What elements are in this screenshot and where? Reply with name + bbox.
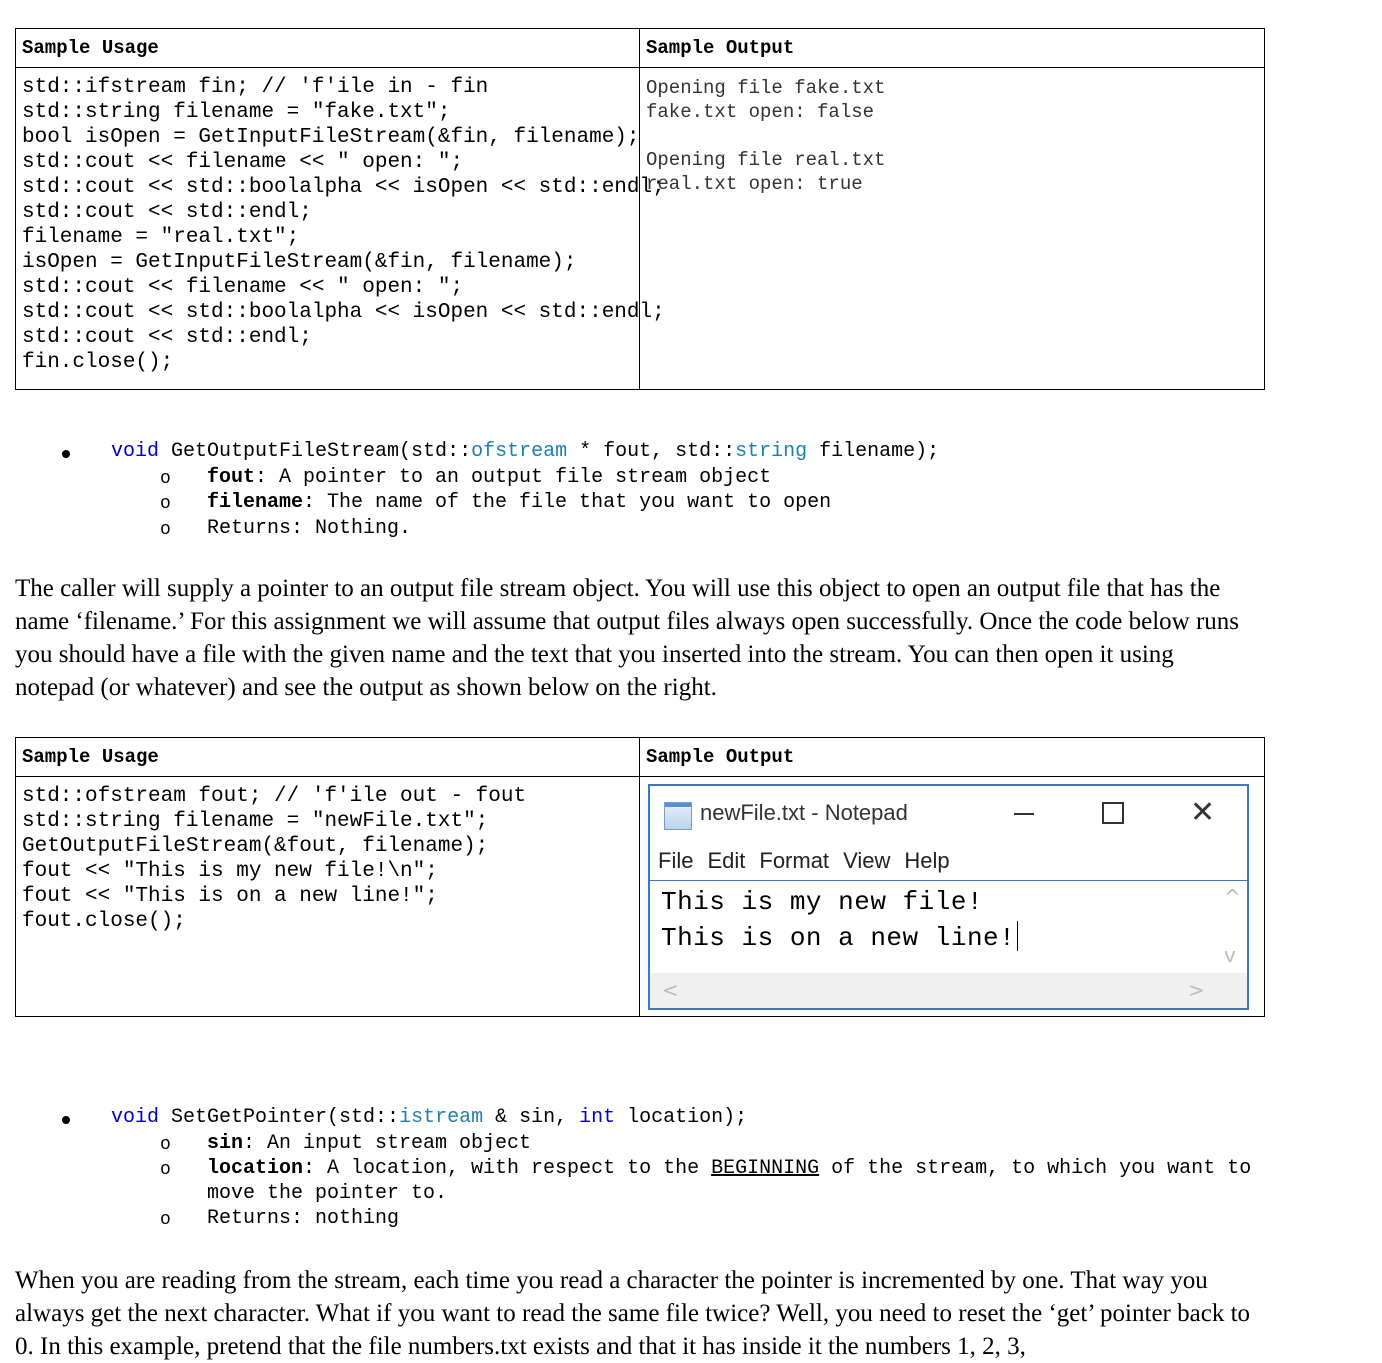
code-line: isOpen = GetInputFileStream(&fin, filena… [22,251,577,274]
notepad-titlebar: newFile.txt - Notepad ✕ [650,786,1247,840]
returns-line: Returns: nothing [207,1207,400,1230]
param-emphasis: BEGINNING [711,1157,820,1180]
param-desc: : A pointer to an output file stream obj… [255,466,772,489]
param-name: filename [207,491,304,514]
code-cell: std::ifstream fin; // 'f'ile in - fin st… [15,67,665,390]
sig-part: & sin, [483,1106,580,1129]
code-line: std::cout << std::endl; [22,201,312,224]
code-cell: std::ofstream fout; // 'f'ile out - fout… [15,776,640,1017]
output-cell: Opening file fake.txt fake.txt open: fal… [639,67,1265,390]
text-caret [1017,921,1019,951]
code-line: std::cout << std::endl; [22,326,312,349]
code-line: fout << "This is my new file!\n"; [22,860,438,883]
vertical-scrollbar[interactable]: ^ v [1214,880,1247,973]
scroll-up-icon[interactable]: ^ [1224,885,1241,909]
sig-part: location); [615,1106,748,1129]
notepad-line: This is my new file! [661,887,984,917]
menu-format[interactable]: Format [759,848,829,873]
sub-bullet-icon: o [160,469,171,489]
code-line: std::string filename = "fake.txt"; [22,101,451,124]
sub-bullet-icon: o [160,520,171,540]
description-paragraph-1: The caller will supply a pointer to an o… [15,575,1239,701]
code-line: fin.close(); [22,351,174,374]
sub-bullet-icon: o [160,1135,171,1155]
scroll-left-icon[interactable]: < [662,978,679,1002]
type-name: istream [399,1106,484,1129]
type-name: string [735,440,808,463]
param-desc: : The name of the file that you want to … [303,491,832,514]
minimize-icon[interactable] [1014,813,1034,815]
notepad-text-area[interactable]: This is my new file! This is on a new li… [650,880,1214,973]
code-line: GetOutputFileStream(&fout, filename); [22,835,489,858]
param-desc: : An input stream object [243,1132,532,1155]
param-location: location: A location, with respect to th… [207,1157,1251,1180]
bullet-dot [62,450,70,458]
bullet-dot [62,1116,70,1124]
function-signature: void SetGetPointer(std::istream & sin, i… [111,1106,747,1129]
code-line: std::cout << std::boolalpha << isOpen <<… [22,176,665,199]
param-location-cont: move the pointer to. [207,1182,448,1205]
param-desc: : A location, with respect to the [303,1157,712,1180]
param-desc: of the stream, to which you want to [819,1157,1252,1180]
output-line: Opening file fake.txt [646,77,886,99]
sig-part: GetOutputFileStream(std:: [159,440,472,463]
returns-line: Returns: Nothing. [207,517,412,540]
code-line: std::ofstream fout; // 'f'ile out - fout [22,785,527,808]
code-line: filename = "real.txt"; [22,226,300,249]
sub-bullet-icon: o [160,1210,171,1230]
notepad-line-text: This is on a new line! [661,923,1016,953]
notepad-line: This is on a new line! [661,921,1019,953]
code-line: std::cout << std::boolalpha << isOpen <<… [22,301,665,324]
sample-table-1: Sample Usage Sample Output std::ifstream… [15,28,1265,390]
code-line: std::cout << filename << " open: "; [22,151,464,174]
scroll-right-icon[interactable]: > [1188,978,1205,1002]
menu-edit[interactable]: Edit [707,848,745,873]
param-name: sin [207,1132,244,1155]
menu-help[interactable]: Help [904,848,949,873]
menu-file[interactable]: File [658,848,693,873]
sig-part: filename); [807,440,940,463]
param-name: fout [207,466,256,489]
table-header-usage: Sample Usage [15,737,640,777]
scroll-down-icon[interactable]: v [1224,943,1236,967]
description-paragraph-2: When you are reading from the stream, ea… [15,1267,1251,1360]
param-filename: filename: The name of the file that you … [207,491,831,514]
sample-table-2: Sample Usage Sample Output std::ofstream… [15,737,1265,1017]
code-line: std::cout << filename << " open: "; [22,276,464,299]
sub-bullet-icon: o [160,1160,171,1180]
code-line: std::string filename = "newFile.txt"; [22,810,489,833]
table-header-output: Sample Output [639,737,1265,777]
param-name: location [207,1157,304,1180]
maximize-icon[interactable] [1102,802,1124,824]
menu-view[interactable]: View [843,848,890,873]
function-signature: void GetOutputFileStream(std::ofstream *… [111,440,939,463]
code-line: bool isOpen = GetInputFileStream(&fin, f… [22,126,640,149]
keyword: void [111,1106,160,1129]
output-line: real.txt open: true [646,173,863,195]
notepad-menubar: File Edit Format View Help [658,848,964,874]
close-icon[interactable]: ✕ [1190,794,1215,832]
output-line: fake.txt open: false [646,101,875,123]
notepad-window: newFile.txt - Notepad ✕ File Edit Format Vi… [648,784,1249,1010]
sig-part: SetGetPointer(std:: [159,1106,400,1129]
param-fout: fout: A pointer to an output file stream… [207,466,771,489]
keyword: int [579,1106,616,1129]
horizontal-scrollbar[interactable]: < > [650,973,1247,1008]
type-name: ofstream [471,440,568,463]
notepad-title: newFile.txt - Notepad [700,800,908,825]
notepad-icon [664,802,692,830]
sig-part: * fout, std:: [567,440,736,463]
output-cell: newFile.txt - Notepad ✕ File Edit Format Vi… [639,776,1265,1017]
output-line: Opening file real.txt [646,149,886,171]
sub-bullet-icon: o [160,494,171,514]
param-sin: sin: An input stream object [207,1132,531,1155]
code-line: fout << "This is on a new line!"; [22,885,438,908]
table-header-usage: Sample Usage [15,28,640,68]
output-blank-line [646,124,1258,148]
keyword: void [111,440,160,463]
code-line: fout.close(); [22,910,186,933]
table-header-output: Sample Output [639,28,1265,68]
code-line: std::ifstream fin; // 'f'ile in - fin [22,76,489,99]
